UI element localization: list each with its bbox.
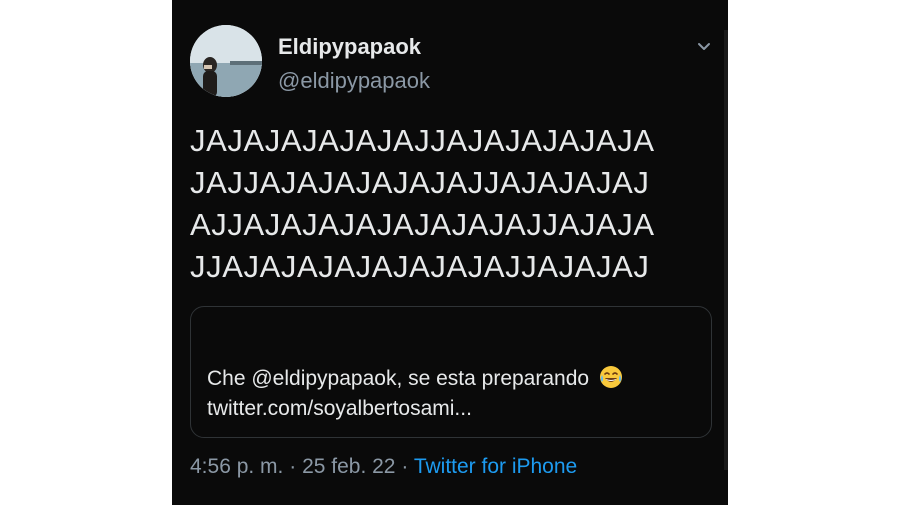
- scrollbar[interactable]: [724, 30, 728, 470]
- author-handle[interactable]: @eldipypapaok: [278, 68, 430, 94]
- author-display-name[interactable]: Eldipypapaok: [278, 34, 421, 60]
- meta-separator: ·: [401, 455, 409, 478]
- chevron-down-icon[interactable]: [694, 36, 714, 56]
- quoted-tweet-text: Che @eldipypapaok, se esta preparando: [207, 365, 623, 395]
- tweet-text-line: JJAJAJAJAJAJAJAJAJJAJAJAJ: [190, 249, 650, 284]
- tweet-text: JAJAJAJAJAJAJJAJAJAJAJAJA JAJJAJAJAJAJAJ…: [190, 120, 716, 288]
- quoted-tweet-text-content: Che @eldipypapaok, se esta preparando: [207, 367, 590, 390]
- tweet-text-line: JAJAJAJAJAJAJJAJAJAJAJAJA: [190, 123, 655, 158]
- quoted-tweet-card[interactable]: Che @eldipypapaok, se esta preparando tw…: [190, 306, 712, 438]
- avatar-image: [190, 25, 262, 97]
- tweet-text-line: AJJAJAJAJAJAJAJAJAJJAJAJA: [190, 207, 655, 242]
- avatar[interactable]: [190, 25, 262, 97]
- tweet-card: Eldipypapaok @eldipypapaok JAJAJAJAJAJAJ…: [172, 0, 728, 505]
- tweet-date[interactable]: 25 feb. 22: [302, 455, 395, 478]
- quoted-tweet-link[interactable]: twitter.com/soyalbertosami...: [207, 397, 472, 421]
- tweet-time[interactable]: 4:56 p. m.: [190, 455, 283, 478]
- tweet-metadata: 4:56 p. m. · 25 feb. 22 · Twitter for iP…: [190, 455, 577, 479]
- tweet-text-line: JAJJAJAJAJAJAJAJJAJAJAJAJ: [190, 165, 650, 200]
- meta-separator: ·: [289, 455, 297, 478]
- tweet-source-link[interactable]: Twitter for iPhone: [414, 455, 577, 478]
- face-with-tears-of-joy-icon: [599, 365, 623, 395]
